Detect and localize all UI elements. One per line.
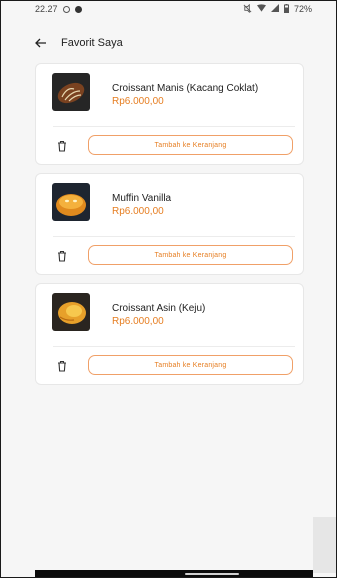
product-name[interactable]: Croissant Asin (Keju) [112, 303, 205, 314]
mute-icon [243, 3, 252, 15]
product-price: Rp6.000,00 [112, 206, 164, 217]
system-nav-bar [35, 570, 313, 577]
favorite-card: Croissant Asin (Keju) Rp6.000,00 Tambah … [35, 283, 304, 385]
add-to-cart-button[interactable]: Tambah ke Keranjang [88, 245, 293, 265]
product-name[interactable]: Croissant Manis (Kacang Coklat) [112, 83, 258, 94]
status-right: 72% [243, 3, 312, 15]
phone-frame: 22.27 72% Favorit Saya Croissant Manis (… [0, 0, 337, 578]
battery-percent: 72% [293, 4, 312, 14]
battery-icon [283, 3, 289, 15]
trash-icon[interactable] [55, 359, 69, 373]
product-price: Rp6.000,00 [112, 316, 164, 327]
favorites-list: Croissant Manis (Kacang Coklat) Rp6.000,… [35, 63, 304, 393]
add-to-cart-button[interactable]: Tambah ke Keranjang [88, 355, 293, 375]
trash-icon[interactable] [55, 139, 69, 153]
product-image[interactable] [52, 293, 90, 331]
signal-icon [270, 4, 279, 14]
home-indicator[interactable] [185, 573, 239, 575]
product-name[interactable]: Muffin Vanilla [112, 193, 171, 204]
status-left: 22.27 [35, 4, 82, 14]
status-bar: 22.27 72% [35, 1, 312, 17]
app-bar: Favorit Saya [35, 31, 305, 55]
whatsapp-icon [62, 5, 70, 13]
favorite-card: Croissant Manis (Kacang Coklat) Rp6.000,… [35, 63, 304, 165]
divider [53, 346, 295, 347]
wifi-icon [256, 4, 266, 14]
product-image[interactable] [52, 183, 90, 221]
back-arrow-icon[interactable] [35, 36, 47, 50]
product-image[interactable] [52, 73, 90, 111]
status-time: 22.27 [35, 4, 58, 14]
favorite-card: Muffin Vanilla Rp6.000,00 Tambah ke Kera… [35, 173, 304, 275]
divider [53, 126, 295, 127]
background-panel [313, 517, 336, 573]
divider [53, 236, 295, 237]
product-price: Rp6.000,00 [112, 96, 164, 107]
trash-icon[interactable] [55, 249, 69, 263]
page-title: Favorit Saya [61, 37, 123, 49]
add-to-cart-button[interactable]: Tambah ke Keranjang [88, 135, 293, 155]
notification-dot-icon [74, 5, 82, 13]
